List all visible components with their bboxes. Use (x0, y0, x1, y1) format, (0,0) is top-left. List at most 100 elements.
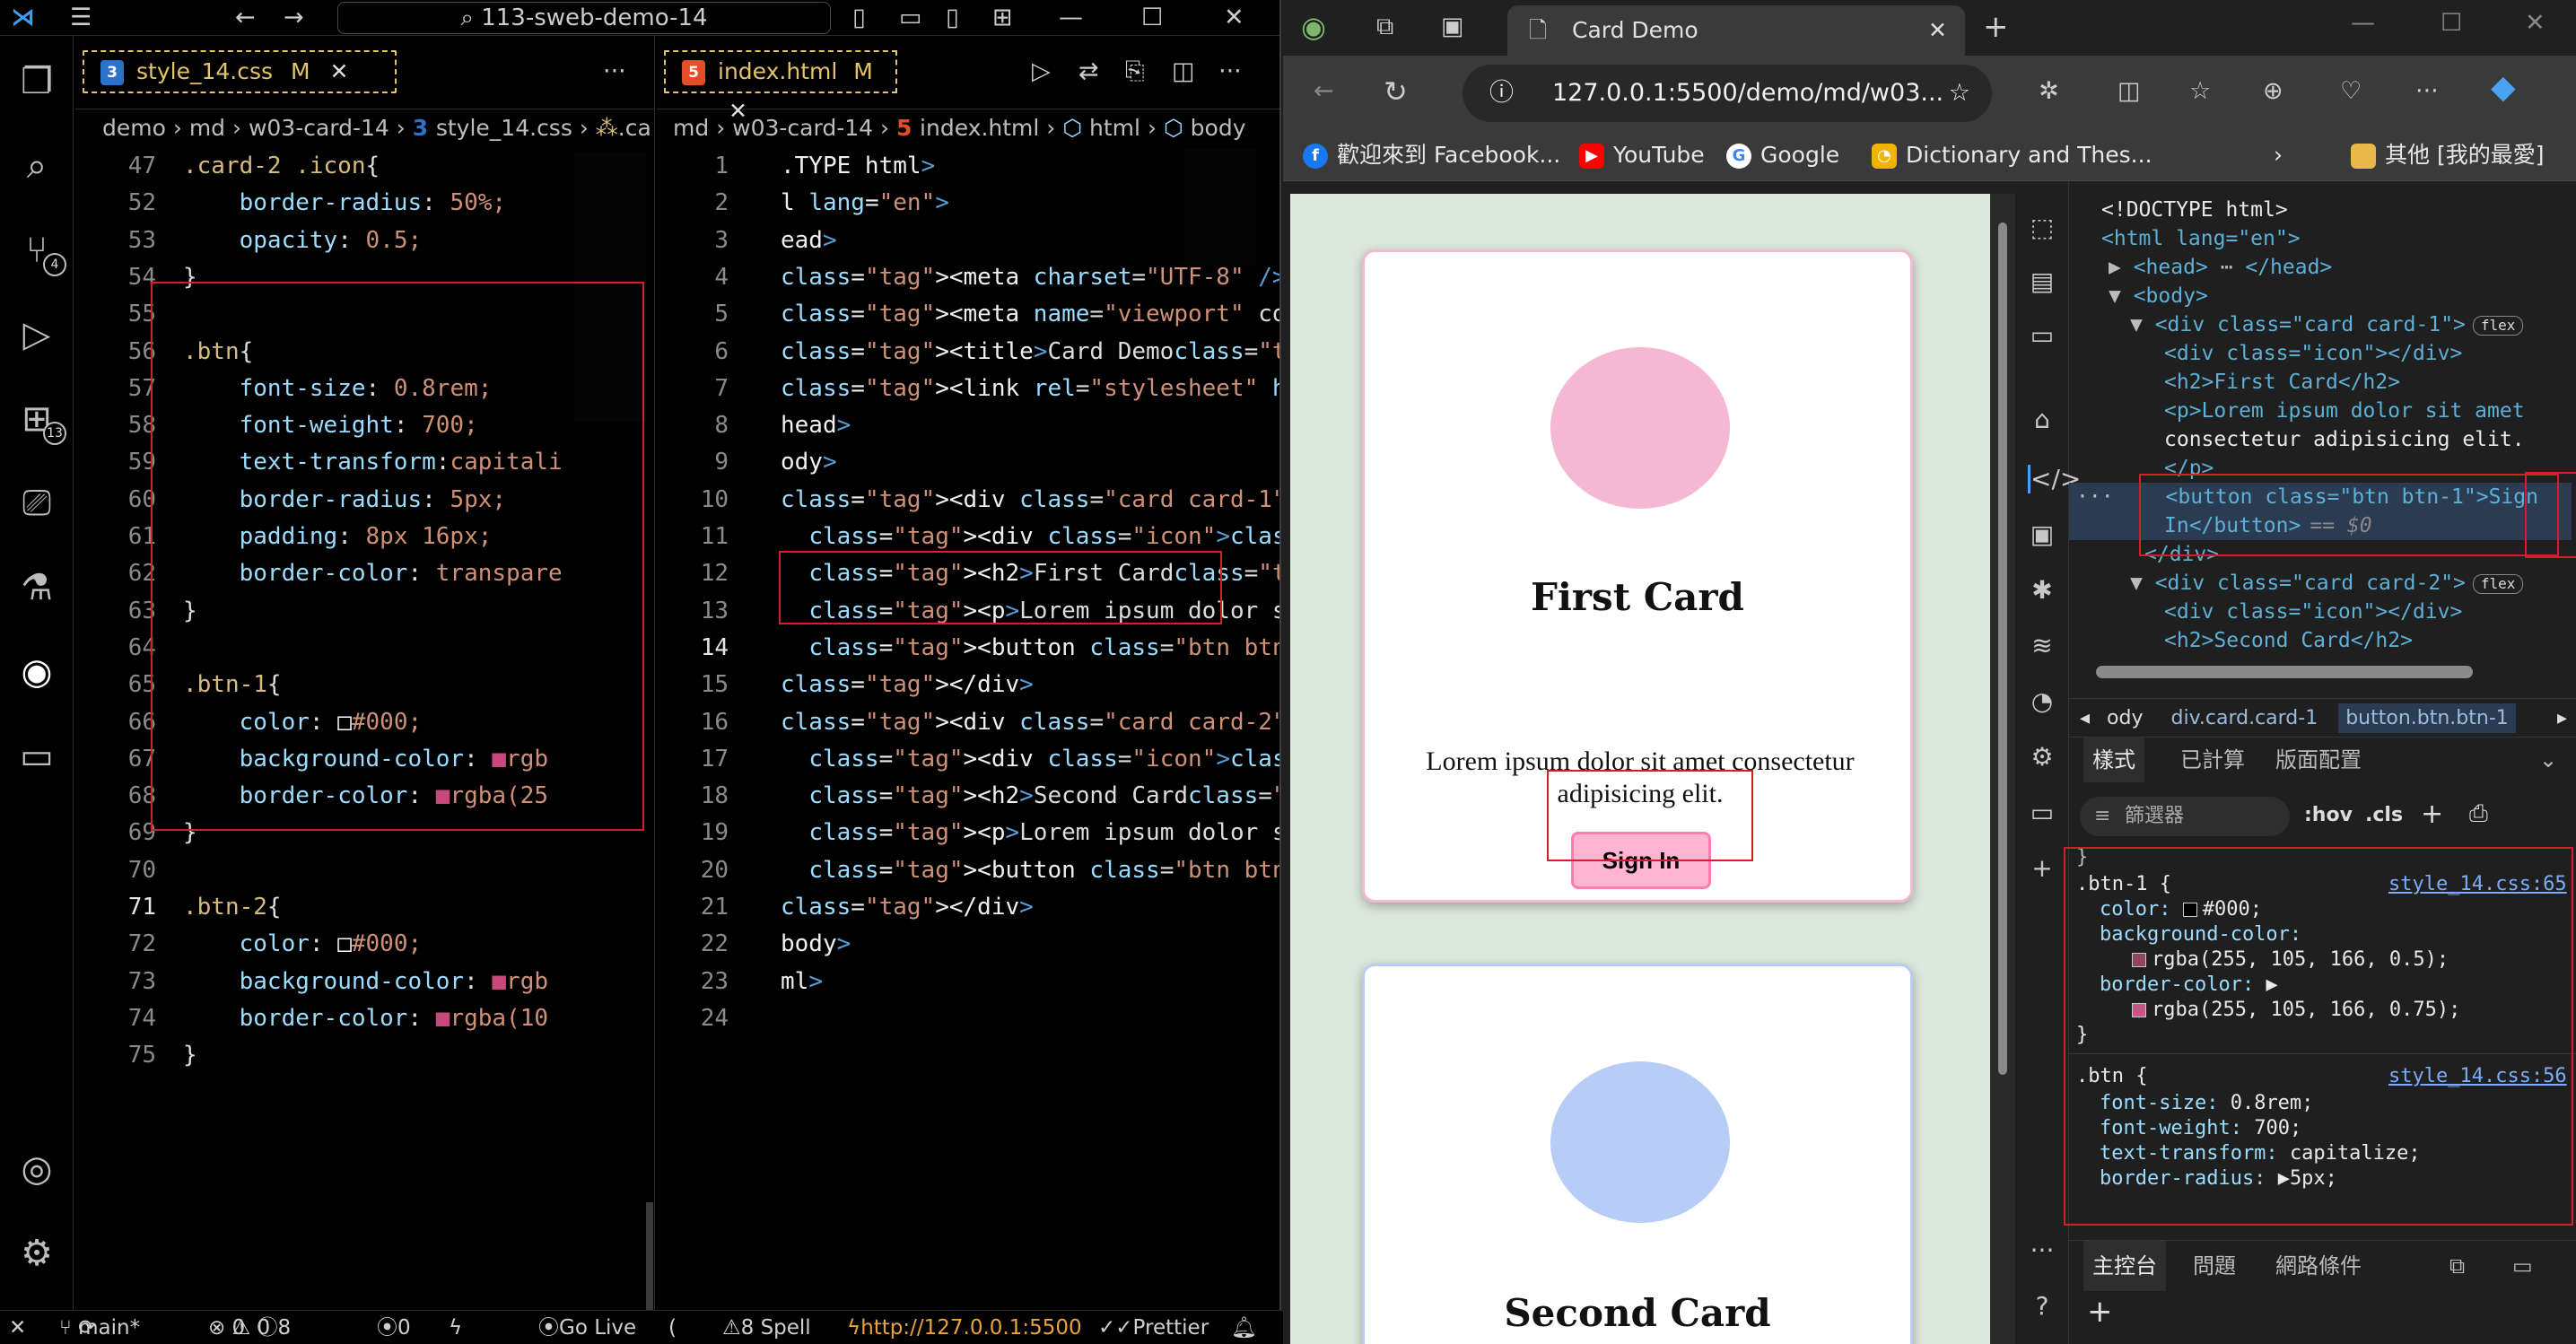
code-line[interactable]: 64 (75, 631, 654, 665)
code-line[interactable]: 63} (75, 594, 654, 628)
tab-computed[interactable]: 已計算 (2180, 737, 2245, 782)
dom-node-body[interactable]: ▼ <body> (2109, 282, 2208, 310)
tab-network-conditions[interactable]: 網路條件 (2275, 1241, 2362, 1291)
dom-node-head[interactable]: ▶ <head> ⋯ </head> (2109, 253, 2332, 282)
breadcrumb-item[interactable]: index.html (920, 115, 1039, 141)
help-icon[interactable]: ? (2028, 1292, 2056, 1321)
tab-styles[interactable]: 樣式 (2083, 737, 2144, 782)
crumb-item[interactable]: ody (2107, 707, 2143, 729)
code-line[interactable]: 68 border-color: ■rgba(25 (75, 779, 654, 813)
code-line[interactable]: 58 font-weight: 700; (75, 408, 654, 442)
expand-triangle-icon[interactable]: ▶ (2266, 973, 2277, 996)
code-line[interactable]: 11 class="tag"><div class="icon">class="… (657, 519, 1279, 554)
crumb-right-arrow-icon[interactable]: ▸ (2557, 699, 2567, 737)
settings-gear-icon[interactable]: ⚙ (2028, 743, 2056, 772)
code-line[interactable]: 5 class="tag"><meta name="viewport" conte… (657, 297, 1279, 331)
explorer-icon[interactable]: ❐ (13, 57, 61, 106)
undock-drawer-icon[interactable]: ⧉ (2449, 1241, 2465, 1291)
code-line[interactable]: 6 class="tag"><title>Card Democlass="tag"… (657, 335, 1279, 369)
ports-indicator[interactable]: ⦿ 0 (377, 1311, 411, 1344)
reload-icon[interactable]: ↻ (1384, 74, 1408, 109)
tab-issues[interactable]: 問題 (2193, 1241, 2236, 1291)
code-line[interactable]: 13 class="tag"><p>Lorem ipsum dolor sit … (657, 594, 1279, 628)
customize-layout-icon[interactable]: ⊞ (992, 0, 1013, 36)
address-bar[interactable]: ⓘ 127.0.0.1:5500/demo/md/w03... ☆ (1463, 65, 1992, 122)
code-line[interactable]: 9 ody> (657, 445, 1279, 479)
more-actions-icon[interactable]: ··· (1218, 54, 1242, 90)
problems-indicator[interactable]: ⊗ 0 ⚠ 0 ⓘ 8 (208, 1311, 291, 1344)
css-code-area[interactable]: 47 .card-2 .icon{52 border-radius: 50%; 53… (75, 149, 654, 1310)
crumb-item[interactable]: div.card.card-1 (2171, 707, 2318, 729)
code-line[interactable]: 53 opacity: 0.5; (75, 223, 654, 257)
network-icon[interactable]: ≋ (2028, 632, 2056, 660)
flex-badge[interactable]: flex (2472, 573, 2524, 594)
branch-indicator[interactable]: ⑂ main* ⟳ (59, 1311, 140, 1344)
code-line[interactable]: 59 text-transform:capitali (75, 445, 654, 479)
breadcrumb-item[interactable]: body (1191, 115, 1246, 141)
run-debug-icon[interactable]: ▷ (13, 310, 61, 359)
chat-icon[interactable]: ▭ (13, 732, 61, 781)
code-line[interactable]: 14 class="tag"><button class="btn btn-1"… (657, 631, 1279, 665)
elements-icon[interactable]: </> (2028, 465, 2081, 493)
forward-arrow-icon[interactable]: → (284, 0, 304, 36)
expand-triangle-icon[interactable]: ▶ (2278, 1167, 2290, 1190)
flex-badge[interactable]: flex (2472, 315, 2524, 336)
bookmark-dictionary[interactable]: ◔ Dictionary and Thes... (1872, 129, 2152, 181)
close-drawer-icon[interactable]: ▭ (2512, 1241, 2533, 1291)
toggle-sidebar-icon[interactable]: ▯ (852, 0, 866, 36)
cls-toggle[interactable]: .cls (2365, 804, 2403, 826)
code-line[interactable]: 61 padding: 8px 16px; (75, 519, 654, 554)
add-drawer-tab-plus-icon[interactable]: + (2087, 1294, 2113, 1330)
source-control-icon[interactable]: ⑂ 4 (13, 226, 66, 276)
code-line[interactable]: 23 ml> (657, 964, 1279, 999)
styles-filter-input[interactable]: ≡ 篩選器 (2080, 797, 2290, 836)
bookmark-google[interactable]: G Google (1726, 129, 1839, 181)
copilot-icon[interactable]: ◆ (2491, 70, 2516, 106)
code-line[interactable]: 74 border-color: ■rgba(10 (75, 1001, 654, 1035)
code-line[interactable]: 18 class="tag"><h2>Second Cardclass="tag… (657, 779, 1279, 813)
testing-icon[interactable]: ⚗ (13, 563, 61, 612)
color-swatch[interactable] (2182, 903, 2197, 917)
element-state-icon[interactable]: ⎙ (2469, 800, 2488, 828)
breadcrumb-item[interactable]: w03-card-14 (249, 115, 389, 141)
dom-node[interactable]: </p> (2164, 454, 2214, 483)
minimize-icon[interactable]: — (1059, 0, 1083, 36)
performance-icon[interactable]: ◔ (2028, 687, 2056, 716)
sign-in-button[interactable]: Sign In (1571, 832, 1711, 889)
css-declaration[interactable]: border-radius: ▶5px; (2100, 1166, 2337, 1191)
html-code-area[interactable]: 1 .TYPE html> 2 l lang="en"> 3 ead> 4 class="ta… (657, 149, 1279, 1310)
collections-icon[interactable]: ⊕ (2263, 74, 2283, 109)
device-emulation-icon[interactable]: ▤ (2028, 267, 2056, 296)
tab-console[interactable]: 主控台 (2083, 1241, 2166, 1291)
breadcrumb-item[interactable]: html (1089, 115, 1140, 141)
search-icon[interactable]: ⌕ (13, 142, 61, 190)
css-declaration[interactable]: color: #000; (2100, 897, 2262, 922)
more-actions-icon[interactable]: ··· (603, 54, 626, 90)
dom-node[interactable]: consectetur adipisicing elit. (2164, 425, 2525, 454)
bookmark-other-folder[interactable]: 其他 [我的最愛] (2351, 129, 2544, 181)
dom-node[interactable]: <h2>Second Card</h2> (2164, 626, 2413, 655)
css-declaration[interactable]: font-size: 0.8rem; (2100, 1091, 2313, 1116)
more-icon[interactable]: ··· (2028, 1236, 2056, 1265)
sources-debug-icon[interactable]: ✱ (2028, 576, 2056, 605)
code-line[interactable]: 71 .btn-2{ (75, 890, 654, 924)
extensions-icon[interactable]: ⊞ 13 (13, 395, 66, 445)
code-line[interactable]: 12 class="tag"><h2>First Cardclass="tag"… (657, 556, 1279, 590)
split-screen-icon[interactable]: ◫ (2118, 74, 2141, 109)
rule-source-link[interactable]: style_14.css:65 (2388, 872, 2567, 897)
css-value-line[interactable]: rgba(255, 105, 166, 0.75); (2132, 998, 2460, 1023)
bookmarks-overflow-chevron-icon[interactable]: › (2274, 129, 2283, 181)
browser-essentials-icon[interactable]: ♡ (2340, 74, 2362, 109)
css-declaration[interactable]: background-color: (2100, 922, 2301, 947)
command-center-search[interactable]: ⌕ 113-sweb-demo-14 (337, 2, 831, 34)
breadcrumb-item[interactable]: .ca (618, 115, 651, 141)
code-line[interactable]: 56 .btn{ (75, 335, 654, 369)
console-icon[interactable]: ▣ (2028, 520, 2056, 549)
css-declaration[interactable]: font-weight: 700; (2100, 1116, 2301, 1141)
back-arrow-icon[interactable]: ← (1314, 74, 1334, 109)
dom-node[interactable]: <p>Lorem ipsum dolor sit amet (2164, 397, 2525, 425)
favorite-star-icon[interactable]: ☆ (1949, 65, 1970, 122)
minimap[interactable] (574, 153, 646, 422)
remote-icon[interactable]: ✕ (9, 1311, 26, 1344)
back-arrow-icon[interactable]: ← (235, 0, 256, 36)
